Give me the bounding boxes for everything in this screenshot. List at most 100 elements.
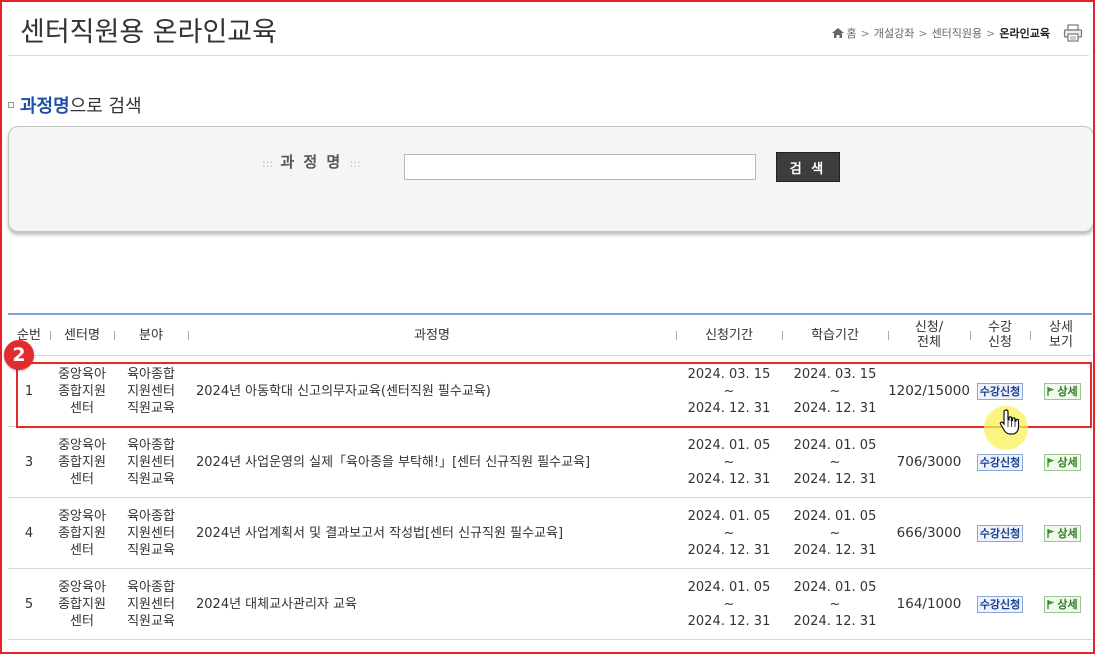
- row-center-line: 중앙육아: [58, 437, 106, 453]
- detail-label: 상세: [1057, 597, 1078, 611]
- flag-icon: [1047, 528, 1055, 538]
- search-title-highlight: 과정명: [20, 96, 70, 117]
- detail-button[interactable]: 상세: [1044, 595, 1081, 613]
- period-end: 2024. 12. 31: [687, 542, 771, 558]
- row-field-line: 지원센터: [127, 525, 175, 541]
- breadcrumb-staff[interactable]: 센터직원용: [932, 25, 983, 41]
- row-center-line: 센터: [70, 400, 94, 416]
- detail-label: 상세: [1057, 455, 1078, 469]
- period-tilde: ~: [723, 383, 735, 399]
- col-header-course: 과정명: [188, 314, 676, 356]
- row-center: 중앙육아 종합지원 센터: [50, 355, 114, 427]
- enroll-button[interactable]: 수강신청: [976, 524, 1024, 542]
- row-field-line: 직원교육: [127, 400, 175, 416]
- row-field-line: 지원센터: [127, 383, 175, 399]
- row-center-line: 종합지원: [58, 454, 106, 470]
- detail-label: 상세: [1057, 384, 1078, 398]
- search-title-rest: 으로 검색: [69, 96, 142, 117]
- col-header-detail-line2: 보기: [1049, 335, 1073, 350]
- col-header-detail-line1: 상세: [1049, 320, 1073, 335]
- period-end: 2024. 12. 31: [687, 400, 771, 416]
- detail-label: 상세: [1057, 526, 1078, 540]
- flag-icon: [1047, 457, 1055, 467]
- row-apply-period: 2024. 01. 05 ~2024. 12. 31: [676, 497, 782, 569]
- period-end: 2024. 12. 31: [793, 471, 877, 487]
- row-study-period: 2024. 01. 05 ~2024. 12. 31: [782, 497, 888, 569]
- row-center-line: 센터: [70, 471, 94, 487]
- flag-icon: [1047, 599, 1055, 609]
- row-field-line: 지원센터: [127, 454, 175, 470]
- detail-button[interactable]: 상세: [1044, 524, 1081, 542]
- row-field: 육아종합 지원센터 직원교육: [114, 426, 188, 498]
- row-detail-cell: 상세: [1030, 426, 1092, 498]
- breadcrumb: 홈 > 개설강좌 > 센터직원용 > 온라인교육: [831, 24, 1083, 42]
- home-icon[interactable]: [831, 28, 844, 38]
- period-end: 2024. 12. 31: [793, 613, 877, 629]
- detail-button[interactable]: 상세: [1044, 382, 1081, 400]
- period-start: 2024. 03. 15: [793, 366, 877, 382]
- enroll-button[interactable]: 수강신청: [976, 453, 1024, 471]
- breadcrumb-separator: >: [918, 26, 928, 40]
- period-tilde: ~: [723, 454, 735, 470]
- enroll-button[interactable]: 수강신청: [976, 595, 1024, 613]
- enroll-button[interactable]: 수강신청: [976, 382, 1024, 400]
- row-center-line: 종합지원: [58, 383, 106, 399]
- col-header-center: 센터명: [50, 314, 114, 356]
- breadcrumb-current: 온라인교육: [999, 27, 1050, 40]
- col-header-count-line2: 전체: [917, 335, 941, 350]
- row-detail-cell: 상세: [1030, 497, 1092, 569]
- label-decoration: :::: [349, 157, 361, 170]
- row-field: 육아종합 지원센터 직원교육: [114, 568, 188, 640]
- breadcrumb-home[interactable]: 홈: [847, 25, 857, 41]
- flag-icon: [1047, 386, 1055, 396]
- row-field-line: 직원교육: [127, 613, 175, 629]
- course-name-input[interactable]: [404, 154, 756, 180]
- row-study-period: 2024. 01. 05 ~2024. 12. 31: [782, 426, 888, 498]
- row-number: 5: [8, 568, 50, 640]
- breadcrumb-courses[interactable]: 개설강좌: [874, 25, 914, 41]
- period-start: 2024. 01. 05: [687, 579, 771, 595]
- row-center-line: 중앙육아: [58, 366, 106, 382]
- bullet-icon: [8, 102, 14, 108]
- row-detail-cell: 상세: [1030, 568, 1092, 640]
- row-count: 706/3000: [888, 426, 970, 498]
- col-header-study-period: 학습기간: [782, 314, 888, 356]
- label-decoration: :::: [262, 157, 274, 170]
- row-course-title[interactable]: 2024년 대체교사관리자 교육: [188, 568, 676, 640]
- row-center-line: 종합지원: [58, 525, 106, 541]
- row-course-title[interactable]: 2024년 사업운영의 실제「육아종을 부탁해!」[센터 신규직원 필수교육]: [188, 426, 676, 498]
- row-field: 육아종합 지원센터 직원교육: [114, 497, 188, 569]
- period-tilde: ~: [829, 596, 841, 612]
- col-header-detail: 상세 보기: [1030, 314, 1092, 356]
- row-enroll-cell: 수강신청: [970, 568, 1030, 640]
- course-table-wrapper: 순번 센터명 분야 과정명 신청기간 학습기간 신청/전체 수강 신청 상세 보기: [8, 313, 1092, 640]
- detail-button[interactable]: 상세: [1044, 453, 1081, 471]
- search-button[interactable]: 검 색: [776, 152, 840, 182]
- period-tilde: ~: [829, 525, 841, 541]
- period-start: 2024. 01. 05: [793, 437, 877, 453]
- row-course-title[interactable]: 2024년 사업계획서 및 결과보고서 작성법[센터 신규직원 필수교육]: [188, 497, 676, 569]
- row-center-line: 종합지원: [58, 596, 106, 612]
- row-field-line: 육아종합: [127, 366, 175, 382]
- table-row: 5 중앙육아 종합지원 센터 육아종합 지원센터 직원교육 2024년 대체교사관리자 …: [8, 568, 1092, 640]
- col-header-enroll-line2: 신청: [988, 335, 1012, 350]
- col-header-count: 신청/전체: [888, 314, 970, 356]
- row-center-line: 중앙육아: [58, 508, 106, 524]
- breadcrumb-separator: >: [986, 26, 996, 40]
- period-start: 2024. 01. 05: [687, 437, 771, 453]
- table-header-row: 순번 센터명 분야 과정명 신청기간 학습기간 신청/전체 수강 신청 상세 보기: [8, 314, 1092, 356]
- hand-cursor-icon: [999, 409, 1020, 435]
- row-apply-period: 2024. 03. 15 ~2024. 12. 31: [676, 355, 782, 427]
- row-number: 3: [8, 426, 50, 498]
- row-course-title[interactable]: 2024년 아동학대 신고의무자교육(센터직원 필수교육): [188, 355, 676, 427]
- col-header-field: 분야: [114, 314, 188, 356]
- row-field-line: 지원센터: [127, 596, 175, 612]
- row-center-line: 중앙육아: [58, 579, 106, 595]
- print-icon[interactable]: [1063, 24, 1083, 42]
- period-end: 2024. 12. 31: [687, 471, 771, 487]
- row-count: 666/3000: [888, 497, 970, 569]
- search-section-title: 과정명 으로 검색: [8, 92, 142, 118]
- row-field-line: 육아종합: [127, 508, 175, 524]
- row-apply-period: 2024. 01. 05 ~2024. 12. 31: [676, 568, 782, 640]
- row-study-period: 2024. 03. 15 ~2024. 12. 31: [782, 355, 888, 427]
